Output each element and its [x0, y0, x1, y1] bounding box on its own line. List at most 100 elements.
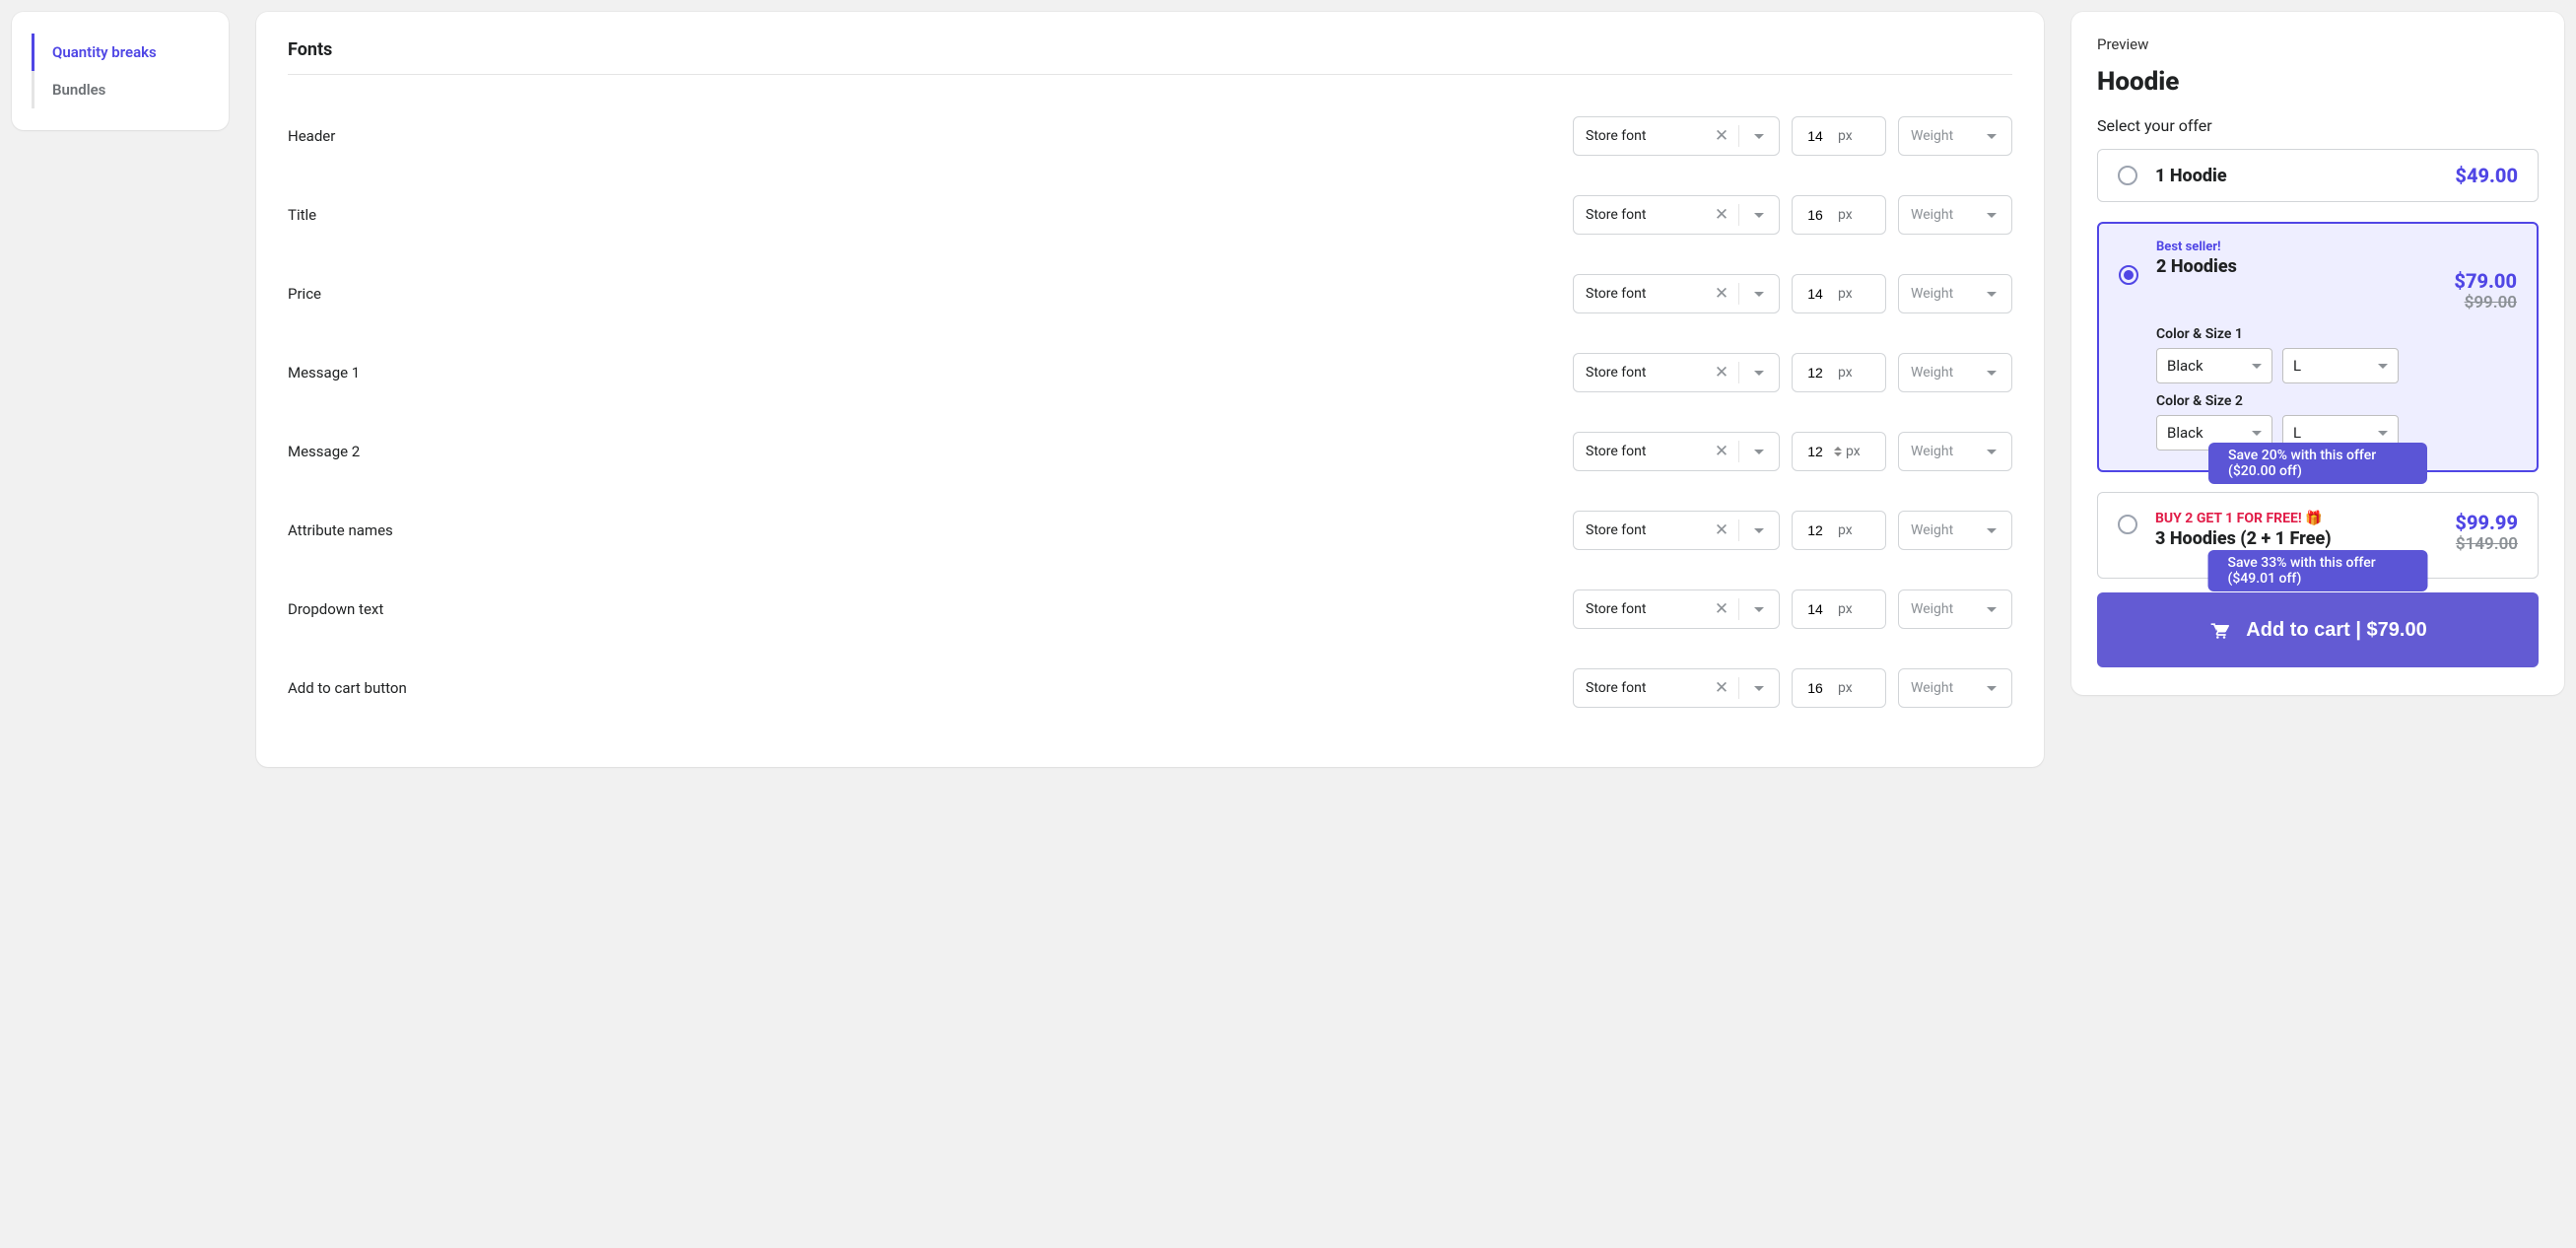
- clear-icon[interactable]: ✕: [1705, 196, 1738, 234]
- chevron-down-icon[interactable]: [1739, 669, 1779, 707]
- chevron-down-icon[interactable]: [1972, 669, 2011, 707]
- font-family-select[interactable]: Store font ✕: [1573, 195, 1780, 235]
- font-family-select[interactable]: Store font ✕: [1573, 274, 1780, 313]
- font-size-input[interactable]: px: [1792, 511, 1886, 550]
- font-size-field[interactable]: [1793, 354, 1838, 391]
- font-size-unit: px: [1846, 444, 1872, 459]
- sidebar-item-quantity-breaks[interactable]: Quantity breaks: [32, 34, 209, 71]
- font-size-unit: px: [1838, 207, 1864, 223]
- font-row-label: Message 1: [288, 364, 1573, 381]
- font-family-value: Store font: [1574, 128, 1705, 144]
- font-weight-select[interactable]: Weight: [1898, 589, 2012, 629]
- font-size-unit: px: [1838, 128, 1864, 144]
- font-weight-select[interactable]: Weight: [1898, 668, 2012, 708]
- clear-icon[interactable]: ✕: [1705, 433, 1738, 470]
- sidebar: Quantity breaks Bundles: [12, 12, 229, 130]
- chevron-down-icon[interactable]: [1739, 433, 1779, 470]
- offer-2-title: 2 Hoodies: [2156, 256, 2436, 277]
- offer-3-hoodies[interactable]: BUY 2 GET 1 FOR FREE! 🎁 3 Hoodies (2 + 1…: [2097, 492, 2539, 579]
- chevron-down-icon[interactable]: [1739, 590, 1779, 628]
- font-size-input[interactable]: px: [1792, 589, 1886, 629]
- font-row: Header Store font ✕ px Weight: [288, 97, 2012, 175]
- font-weight-select[interactable]: Weight: [1898, 432, 2012, 471]
- font-family-select[interactable]: Store font ✕: [1573, 116, 1780, 156]
- offer-2-price-old: $99.00: [2454, 293, 2517, 312]
- font-row-label: Dropdown text: [288, 600, 1573, 618]
- font-size-unit: px: [1838, 680, 1864, 696]
- font-size-field[interactable]: [1793, 512, 1838, 549]
- offer-3-save-pill: Save 33% with this offer ($49.01 off): [2208, 550, 2428, 591]
- add-to-cart-button[interactable]: Add to cart | $79.00: [2097, 592, 2539, 667]
- font-size-input[interactable]: px: [1792, 432, 1886, 471]
- chevron-down-icon[interactable]: [1739, 196, 1779, 234]
- font-row-label: Add to cart button: [288, 679, 1573, 697]
- font-family-select[interactable]: Store font ✕: [1573, 668, 1780, 708]
- radio-offer-3[interactable]: [2118, 515, 2137, 534]
- variant-1-size-select[interactable]: L: [2282, 348, 2399, 383]
- clear-icon[interactable]: ✕: [1705, 275, 1738, 312]
- radio-offer-1[interactable]: [2118, 166, 2137, 185]
- font-size-unit: px: [1838, 286, 1864, 302]
- font-size-input[interactable]: px: [1792, 353, 1886, 392]
- font-row: Dropdown text Store font ✕ px Weight: [288, 570, 2012, 649]
- font-size-input[interactable]: px: [1792, 195, 1886, 235]
- font-row: Title Store font ✕ px Weight: [288, 175, 2012, 254]
- font-family-select[interactable]: Store font ✕: [1573, 511, 1780, 550]
- font-size-input[interactable]: px: [1792, 116, 1886, 156]
- variant-2-label: Color & Size 2: [2156, 393, 2517, 409]
- variant-2-size-value: L: [2293, 424, 2301, 442]
- chevron-down-icon[interactable]: [1972, 354, 2011, 391]
- font-family-select[interactable]: Store font ✕: [1573, 589, 1780, 629]
- font-size-field[interactable]: [1793, 669, 1838, 707]
- font-size-unit: px: [1838, 522, 1864, 538]
- font-weight-select[interactable]: Weight: [1898, 195, 2012, 235]
- font-size-field[interactable]: [1793, 433, 1838, 470]
- chevron-down-icon[interactable]: [1739, 117, 1779, 155]
- font-weight-select[interactable]: Weight: [1898, 353, 2012, 392]
- offer-2-badge: Best seller!: [2156, 240, 2436, 254]
- chevron-down-icon[interactable]: [1972, 196, 2011, 234]
- font-weight-placeholder: Weight: [1899, 522, 1972, 538]
- font-row-label: Price: [288, 285, 1573, 303]
- chevron-down-icon[interactable]: [1972, 433, 2011, 470]
- offer-3-price-current: $99.99: [2455, 511, 2518, 534]
- variant-1-color-select[interactable]: Black: [2156, 348, 2272, 383]
- font-size-field[interactable]: [1793, 196, 1838, 234]
- font-size-input[interactable]: px: [1792, 668, 1886, 708]
- clear-icon[interactable]: ✕: [1705, 117, 1738, 155]
- chevron-down-icon[interactable]: [1739, 275, 1779, 312]
- add-to-cart-label: Add to cart | $79.00: [2246, 619, 2426, 642]
- stepper-icon[interactable]: [1834, 447, 1842, 456]
- offer-3-price: $99.99 $149.00: [2455, 511, 2518, 554]
- font-family-select[interactable]: Store font ✕: [1573, 432, 1780, 471]
- font-family-select[interactable]: Store font ✕: [1573, 353, 1780, 392]
- chevron-down-icon[interactable]: [1972, 512, 2011, 549]
- clear-icon[interactable]: ✕: [1705, 354, 1738, 391]
- clear-icon[interactable]: ✕: [1705, 590, 1738, 628]
- chevron-down-icon[interactable]: [1972, 117, 2011, 155]
- chevron-down-icon[interactable]: [1972, 590, 2011, 628]
- chevron-down-icon[interactable]: [1739, 354, 1779, 391]
- clear-icon[interactable]: ✕: [1705, 669, 1738, 707]
- font-weight-select[interactable]: Weight: [1898, 274, 2012, 313]
- radio-offer-2[interactable]: [2119, 265, 2138, 285]
- font-weight-select[interactable]: Weight: [1898, 511, 2012, 550]
- chevron-down-icon[interactable]: [1739, 512, 1779, 549]
- offer-2-save-pill: Save 20% with this offer ($20.00 off): [2208, 443, 2427, 484]
- font-family-value: Store font: [1574, 680, 1705, 696]
- font-weight-placeholder: Weight: [1899, 601, 1972, 617]
- font-size-field[interactable]: [1793, 275, 1838, 312]
- sidebar-item-bundles[interactable]: Bundles: [32, 71, 209, 108]
- offer-2-hoodies[interactable]: Best seller! 2 Hoodies $79.00 $99.00 Col…: [2097, 222, 2539, 472]
- chevron-down-icon[interactable]: [1972, 275, 2011, 312]
- font-row-label: Title: [288, 206, 1573, 224]
- font-size-input[interactable]: px: [1792, 274, 1886, 313]
- clear-icon[interactable]: ✕: [1705, 512, 1738, 549]
- offer-1-hoodie[interactable]: 1 Hoodie $49.00: [2097, 149, 2539, 202]
- product-name: Hoodie: [2097, 67, 2539, 97]
- font-size-field[interactable]: [1793, 590, 1838, 628]
- font-family-value: Store font: [1574, 444, 1705, 459]
- section-title-fonts: Fonts: [288, 39, 2012, 75]
- font-weight-select[interactable]: Weight: [1898, 116, 2012, 156]
- font-size-field[interactable]: [1793, 117, 1838, 155]
